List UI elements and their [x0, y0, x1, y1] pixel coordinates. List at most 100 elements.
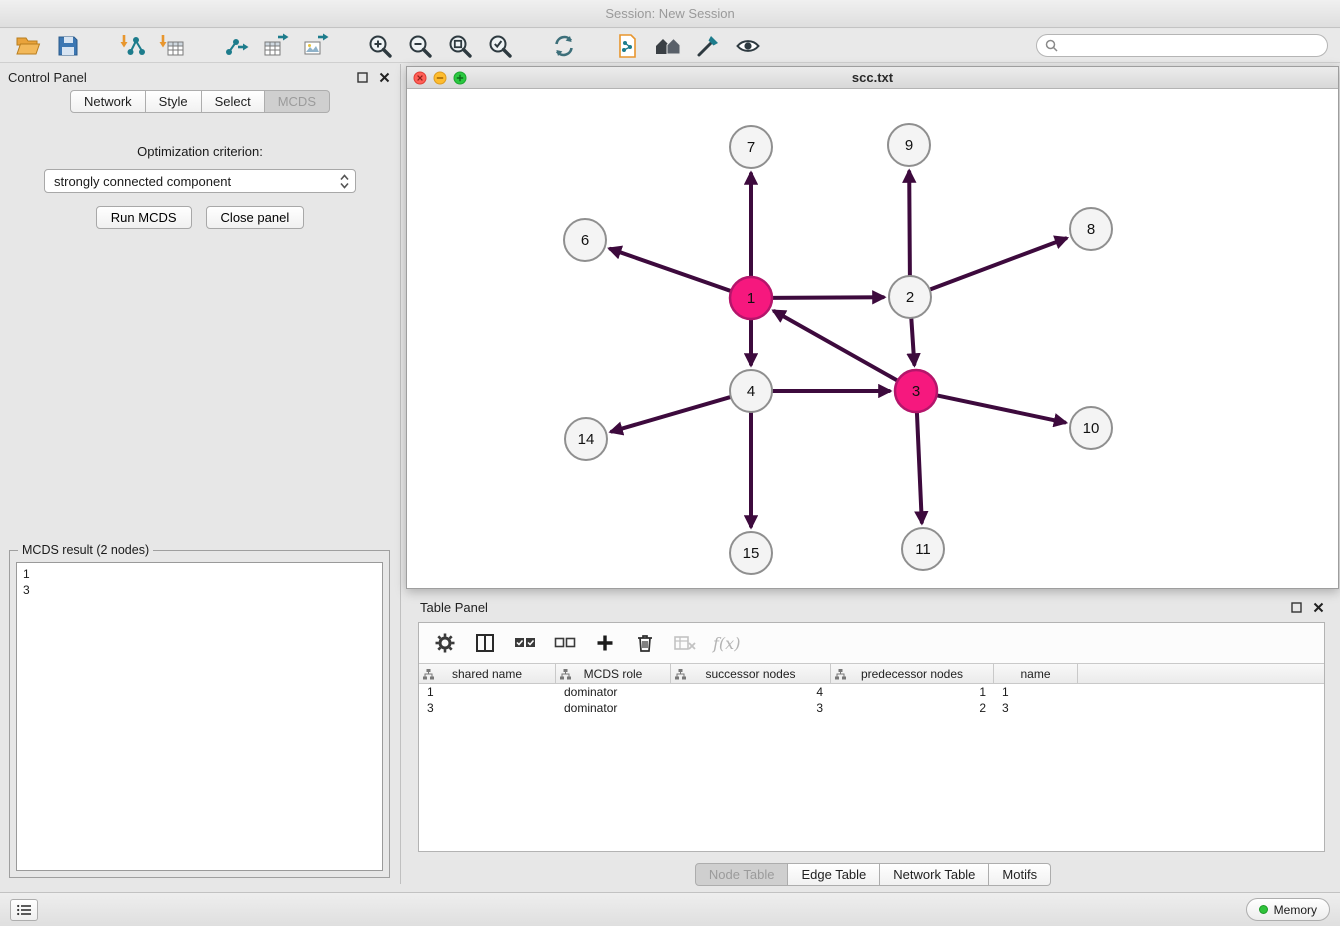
graph-edge-2-9[interactable] — [909, 172, 910, 276]
mcds-panel: Optimization criterion: strongly connect… — [0, 120, 400, 884]
column-header-successor-nodes[interactable]: successor nodes — [671, 664, 831, 683]
close-panel-icon[interactable] — [376, 69, 392, 85]
import-table-icon[interactable] — [156, 31, 188, 61]
table-row[interactable]: 1dominator411 — [419, 684, 1324, 700]
window-title: Session: New Session — [605, 6, 734, 21]
table-header: shared name MCDS role successor nodes — [419, 663, 1324, 684]
graph-node-label: 9 — [905, 137, 913, 154]
tab-mcds[interactable]: MCDS — [265, 90, 330, 113]
graph-edge-3-1[interactable] — [775, 311, 898, 380]
memory-status-dot — [1259, 905, 1268, 914]
table-cell: 1 — [831, 685, 994, 699]
table-panel-title: Table Panel — [420, 600, 488, 615]
mcds-result-title: MCDS result (2 nodes) — [18, 543, 153, 557]
graph-edge-4-14[interactable] — [612, 397, 731, 432]
attribute-icon — [423, 669, 434, 680]
control-panel-header: Control Panel — [0, 64, 400, 90]
table-cell: 3 — [994, 701, 1078, 715]
network-view-window: scc.txt 7968124314101511 — [406, 66, 1339, 589]
list-icon — [17, 904, 32, 916]
table-settings-gear-icon[interactable] — [433, 631, 457, 655]
memory-button[interactable]: Memory — [1246, 898, 1330, 921]
memory-label: Memory — [1274, 903, 1317, 917]
graph-node-label: 11 — [915, 541, 931, 558]
float-table-panel-icon[interactable] — [1288, 599, 1304, 615]
show-columns-icon[interactable] — [473, 631, 497, 655]
table-cell: 4 — [671, 685, 831, 699]
zoom-out-icon[interactable] — [404, 31, 436, 61]
network-canvas[interactable]: 7968124314101511 — [407, 89, 1338, 588]
optimization-criterion-select[interactable]: strongly connected component — [44, 169, 356, 193]
create-column-icon[interactable] — [593, 631, 617, 655]
table-panel: Table Panel — [406, 594, 1340, 890]
export-network-icon[interactable] — [220, 31, 252, 61]
tab-node-table[interactable]: Node Table — [695, 863, 789, 886]
tab-select[interactable]: Select — [202, 90, 265, 113]
show-panels-button[interactable] — [10, 899, 38, 921]
zoom-window-button[interactable] — [454, 72, 466, 84]
import-network-icon[interactable] — [116, 31, 148, 61]
show-graphics-details-icon[interactable] — [732, 31, 764, 61]
select-all-columns-icon[interactable] — [513, 631, 537, 655]
tab-network[interactable]: Network — [70, 90, 146, 113]
mcds-result-list[interactable]: 1 3 — [16, 562, 383, 871]
refresh-icon[interactable] — [548, 31, 580, 61]
zoom-in-icon[interactable] — [364, 31, 396, 61]
search-icon — [1045, 39, 1058, 52]
table-panel-header: Table Panel — [406, 594, 1340, 620]
graph-edge-3-11[interactable] — [917, 412, 922, 522]
graph-edge-1-6[interactable] — [611, 249, 732, 291]
export-table-icon[interactable] — [260, 31, 292, 61]
delete-column-icon[interactable] — [633, 631, 657, 655]
float-panel-icon[interactable] — [354, 69, 370, 85]
graph-edge-1-2[interactable] — [772, 297, 883, 298]
control-panel-title: Control Panel — [8, 70, 87, 85]
minimize-window-button[interactable] — [434, 72, 446, 84]
column-header-name[interactable]: name — [994, 664, 1078, 683]
search-input[interactable] — [1063, 38, 1319, 54]
attribute-icon — [675, 669, 686, 680]
attribute-icon — [560, 669, 571, 680]
home-overview-icon[interactable] — [652, 31, 684, 61]
graph-edge-2-3[interactable] — [911, 318, 914, 364]
table-cell: dominator — [556, 685, 671, 699]
mcds-result-item: 1 — [23, 566, 376, 582]
table-toolbar: f(x) — [419, 623, 1324, 663]
window-titlebar: Session: New Session — [0, 0, 1340, 28]
tab-style[interactable]: Style — [146, 90, 202, 113]
table-rows: 1dominator4113dominator323 — [419, 684, 1324, 851]
attribute-icon — [835, 669, 846, 680]
copy-network-doc-icon[interactable] — [612, 31, 644, 61]
tab-network-table[interactable]: Network Table — [880, 863, 989, 886]
column-header-predecessor-nodes[interactable]: predecessor nodes — [831, 664, 994, 683]
save-session-icon[interactable] — [52, 31, 84, 61]
table-cell: 1 — [419, 685, 556, 699]
table-panel-tabs: Node Table Edge Table Network Table Moti… — [406, 863, 1340, 886]
open-file-icon[interactable] — [12, 31, 44, 61]
column-header-shared-name[interactable]: shared name — [419, 664, 556, 683]
close-table-panel-icon[interactable] — [1310, 599, 1326, 615]
graph-node-label: 15 — [743, 545, 760, 562]
column-header-mcds-role[interactable]: MCDS role — [556, 664, 671, 683]
node-table: f(x) shared name MCDS role — [418, 622, 1325, 852]
network-window-title: scc.txt — [407, 70, 1338, 85]
main-toolbar — [0, 29, 1340, 63]
graph-node-label: 14 — [578, 431, 595, 448]
close-panel-button[interactable]: Close panel — [206, 206, 305, 229]
run-mcds-button[interactable]: Run MCDS — [96, 206, 192, 229]
apply-style-icon[interactable] — [692, 31, 724, 61]
close-window-button[interactable] — [414, 72, 426, 84]
search-box[interactable] — [1036, 34, 1328, 57]
table-cell: 1 — [994, 685, 1078, 699]
table-cell: 2 — [831, 701, 994, 715]
table-row[interactable]: 3dominator323 — [419, 700, 1324, 716]
tab-edge-table[interactable]: Edge Table — [788, 863, 880, 886]
graph-node-label: 1 — [747, 290, 755, 307]
unselect-all-columns-icon[interactable] — [553, 631, 577, 655]
export-image-icon[interactable] — [300, 31, 332, 61]
graph-edge-2-8[interactable] — [930, 239, 1066, 290]
zoom-fit-icon[interactable] — [444, 31, 476, 61]
graph-edge-3-10[interactable] — [937, 395, 1065, 422]
tab-motifs[interactable]: Motifs — [989, 863, 1051, 886]
zoom-selected-icon[interactable] — [484, 31, 516, 61]
